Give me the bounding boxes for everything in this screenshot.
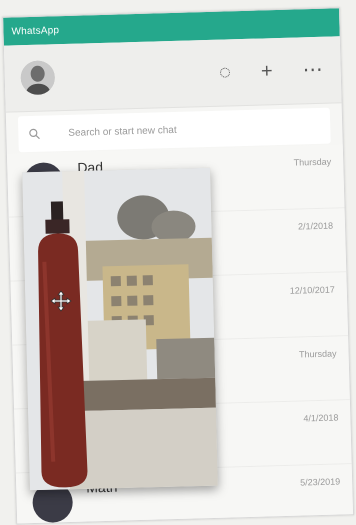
- search-placeholder: Search or start new chat: [68, 124, 177, 139]
- chat-time: Thursday: [298, 348, 337, 360]
- status-icon[interactable]: ◌: [219, 61, 232, 83]
- chat-time: 5/23/2019: [300, 476, 341, 488]
- move-cursor-icon: [50, 290, 72, 312]
- search-icon: [29, 128, 40, 140]
- dragged-photo[interactable]: [22, 167, 218, 491]
- chat-list-header: ◌ + ⋯: [3, 36, 342, 113]
- menu-icon[interactable]: ⋯: [302, 59, 323, 82]
- header-actions: ◌ + ⋯: [219, 59, 323, 84]
- profile-avatar[interactable]: [20, 60, 56, 96]
- chat-time: 4/1/2018: [303, 412, 339, 424]
- chat-time: 12/10/2017: [289, 284, 335, 296]
- chat-time: 2/1/2018: [297, 220, 334, 232]
- new-chat-icon[interactable]: +: [261, 60, 273, 82]
- chat-time: Thursday: [293, 156, 332, 168]
- app-title: WhatsApp: [11, 24, 60, 37]
